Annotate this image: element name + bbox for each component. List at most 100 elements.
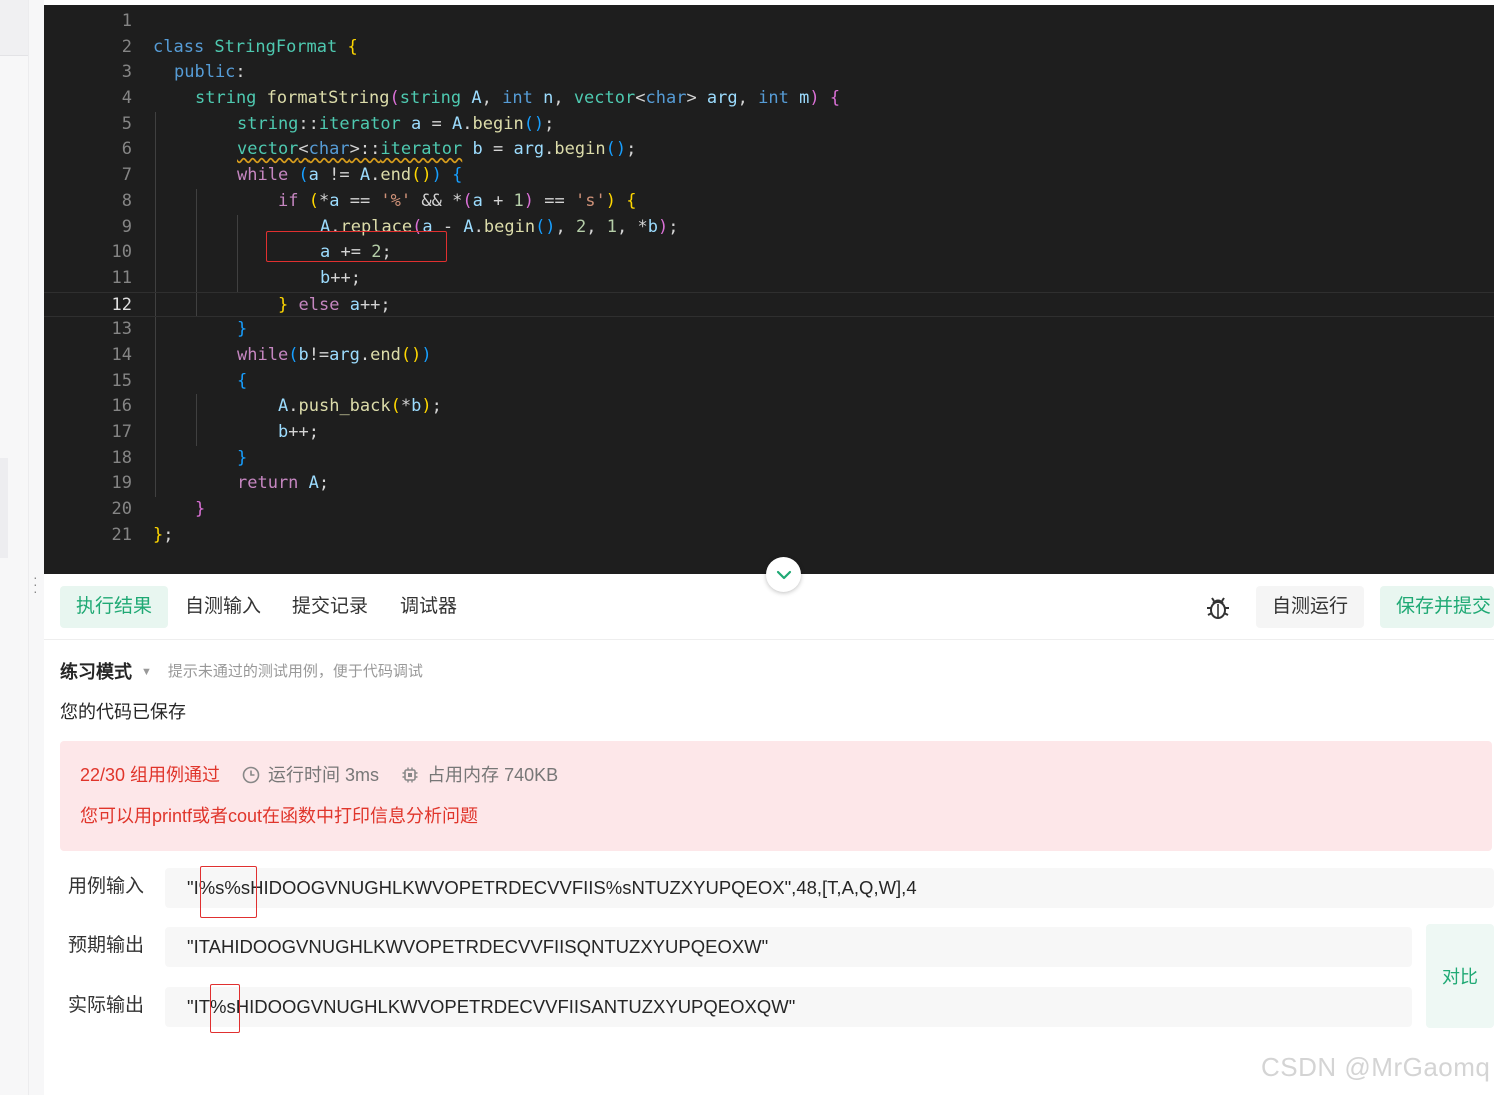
line-number: 8 xyxy=(121,190,132,211)
line-number: 9 xyxy=(121,216,132,237)
code-text: b++; xyxy=(320,267,361,288)
code-line[interactable]: 9 A.replace(a - A.begin(), 2, 1, *b); xyxy=(44,214,1494,241)
highlight-box-actual xyxy=(210,984,240,1033)
code-line[interactable]: 10 a += 2; xyxy=(44,240,1494,266)
saved-message: 您的代码已保存 xyxy=(60,702,186,722)
line-number: 18 xyxy=(111,447,132,468)
line-number: 10 xyxy=(111,242,132,263)
line-number: 2 xyxy=(121,36,132,57)
code-line[interactable]: 7 while (a != A.end()) { xyxy=(44,163,1494,189)
bug-icon xyxy=(1207,597,1229,619)
line-number: 12 xyxy=(111,294,132,315)
code-text: }; xyxy=(153,524,174,545)
save-and-submit-button[interactable]: 保存并提交 xyxy=(1380,586,1494,628)
pass-summary: 22/30 组用例通过 xyxy=(80,765,221,785)
code-line[interactable]: 12 } else a++; xyxy=(44,291,1494,318)
line-number: 15 xyxy=(111,370,132,391)
line-number: 6 xyxy=(121,139,132,160)
chevron-down-icon xyxy=(776,570,791,579)
memory-stat: 占用内存 740KB xyxy=(401,761,558,789)
highlight-box-input xyxy=(200,866,257,918)
code-text: string formatString(string A, int n, vec… xyxy=(195,88,841,109)
code-line[interactable]: 4 string formatString(string A, int n, ve… xyxy=(44,86,1494,112)
actual-output-label: 实际输出 xyxy=(68,995,145,1016)
self-test-run-button[interactable]: 自测运行 xyxy=(1256,586,1365,628)
case-input-value: "I%s%sHIDOOGVNUGHLKWVOPETRDECVVFIIS%sNTU… xyxy=(165,868,1494,908)
code-text: } xyxy=(237,447,248,468)
left-panel-marker xyxy=(0,458,8,558)
expected-output-label: 预期输出 xyxy=(68,935,145,956)
caret-down-icon[interactable]: ▼ xyxy=(141,658,152,686)
expected-output-value: "ITAHIDOOGVNUGHLKWVOPETRDECVVFIISQNTUZXY… xyxy=(165,927,1412,967)
chip-icon xyxy=(402,767,418,783)
code-text: string::iterator a = A.begin(); xyxy=(237,113,555,134)
code-text: } xyxy=(237,319,248,340)
result-summary-panel: 22/30 组用例通过 运行时间 3ms 占用内存 740KB 您可以用prin… xyxy=(60,741,1492,851)
left-panel-divider xyxy=(28,0,29,1095)
practice-mode-selector[interactable]: 练习模式 xyxy=(60,658,132,686)
code-text: b++; xyxy=(278,422,319,442)
left-panel-tab[interactable] xyxy=(0,0,28,56)
code-line[interactable]: 21}; xyxy=(44,523,1494,549)
line-number: 4 xyxy=(121,88,132,109)
debug-tip: 您可以用printf或者cout在函数中打印信息分析问题 xyxy=(80,806,479,826)
code-line[interactable]: 18} xyxy=(44,445,1494,472)
clock-icon xyxy=(242,766,260,784)
actual-output-value: "IT%sHIDOOGVNUGHLKWVOPETRDECVVFIISANTUZX… xyxy=(165,987,1412,1027)
practice-mode-row: 练习模式 ▼ 提示未通过的测试用例，便于代码调试 xyxy=(60,658,423,686)
code-text: public: xyxy=(174,62,246,83)
code-text: A.push_back(*b); xyxy=(278,396,442,417)
code-line[interactable]: 13} xyxy=(44,317,1494,343)
code-lines[interactable]: 1 2 class StringFormat {3 public: 4 string fo… xyxy=(44,9,1494,548)
code-text: { xyxy=(237,370,248,391)
tab-execution-result[interactable]: 执行结果 xyxy=(60,586,169,628)
code-line[interactable]: 3 public: xyxy=(44,60,1494,86)
line-number: 14 xyxy=(111,344,132,365)
code-text: vector<char>::iterator b = arg.begin(); xyxy=(237,139,637,160)
code-line[interactable]: 19 return A; xyxy=(44,471,1494,498)
debug-button[interactable] xyxy=(1202,592,1234,624)
line-number: 17 xyxy=(111,422,132,442)
code-line[interactable]: 14 while(b!=arg.end()) xyxy=(44,342,1494,369)
resize-handle[interactable]: · · · xyxy=(33,570,38,598)
line-number: 3 xyxy=(121,62,132,83)
code-line[interactable]: 5 string::iterator a = A.begin(); xyxy=(44,111,1494,138)
code-line[interactable]: 11 b++; xyxy=(44,265,1494,292)
code-text: } xyxy=(195,499,206,520)
line-number: 7 xyxy=(121,165,132,186)
compare-button[interactable]: 对比 xyxy=(1426,924,1494,1028)
code-line[interactable]: 15 { xyxy=(44,368,1494,395)
line-number: 5 xyxy=(121,113,132,134)
line-number: 13 xyxy=(111,319,132,340)
code-line[interactable]: 20} xyxy=(44,497,1494,523)
code-text: } else a++; xyxy=(278,294,391,315)
code-text: if (*a == '%' && *(a + 1) == 's') { xyxy=(278,190,637,211)
code-line[interactable]: 17 b++; xyxy=(44,420,1494,446)
left-panel-edge: · · · xyxy=(0,0,44,1095)
practice-mode-hint: 提示未通过的测试用例，便于代码调试 xyxy=(167,663,423,680)
code-line[interactable]: 16 A.push_back(*b); xyxy=(44,394,1494,420)
code-line[interactable]: 6 vector<char>::iterator b = arg.begin(); xyxy=(44,137,1494,164)
code-editor[interactable]: 1 2 class StringFormat {3 public: 4 string fo… xyxy=(44,5,1494,574)
collapse-editor-button[interactable] xyxy=(766,557,801,592)
code-text: class StringFormat { xyxy=(153,36,358,57)
code-line[interactable]: 8 if (*a == '%' && *(a + 1) == 's') { xyxy=(44,188,1494,215)
line-number: 16 xyxy=(111,396,132,417)
code-text: while (a != A.end()) { xyxy=(237,165,463,186)
code-line[interactable]: 2 class StringFormat { xyxy=(44,35,1494,61)
code-text: while(b!=arg.end()) xyxy=(237,344,432,365)
runtime-stat: 运行时间 3ms xyxy=(242,761,379,789)
tab-debugger[interactable]: 调试器 xyxy=(384,586,473,628)
line-number: 19 xyxy=(111,473,132,494)
tab-submission-history[interactable]: 提交记录 xyxy=(276,586,384,628)
line-number: 21 xyxy=(111,524,132,545)
highlight-box-line-10 xyxy=(266,231,447,262)
line-number: 1 xyxy=(121,11,132,31)
tab-self-test-input[interactable]: 自测输入 xyxy=(169,586,277,628)
case-input-label: 用例输入 xyxy=(68,876,145,897)
line-number: 20 xyxy=(111,499,132,520)
watermark: CSDN @MrGaomq xyxy=(1261,1052,1491,1082)
code-line[interactable]: 1 xyxy=(44,9,1494,35)
line-number: 11 xyxy=(111,267,132,288)
code-text: return A; xyxy=(237,473,330,494)
